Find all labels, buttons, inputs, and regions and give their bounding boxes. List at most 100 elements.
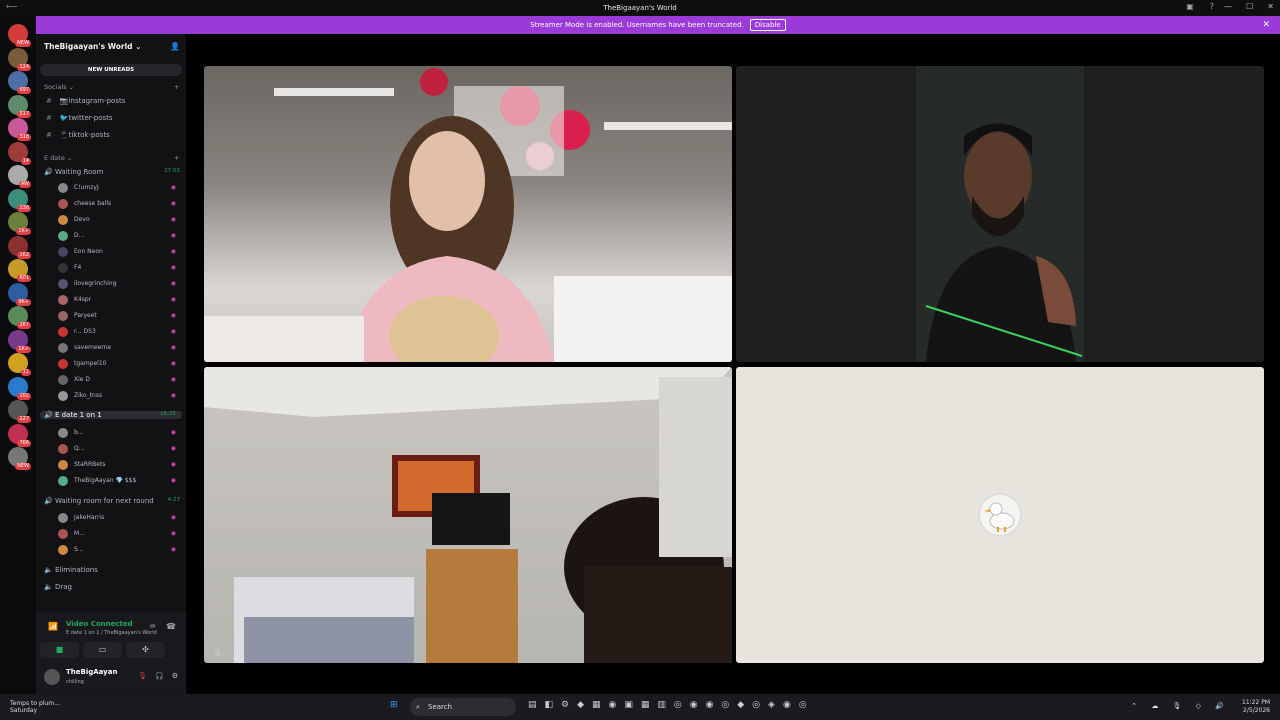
channel-label: 📷instagram-posts: [59, 97, 126, 105]
close-banner-icon[interactable]: ✕: [1262, 20, 1270, 30]
voice-user[interactable]: cheese balls ◉: [58, 198, 178, 210]
guild-name[interactable]: TheBigaayan's World ⌄: [44, 42, 141, 51]
voice-user[interactable]: S... ◉: [58, 544, 178, 556]
server-icon[interactable]: NEW: [8, 447, 31, 470]
weather-widget[interactable]: Temps to plum... Saturday: [10, 700, 60, 714]
avatar: [58, 459, 68, 470]
voice-channel-next-round[interactable]: 🔊 Waiting room for next round 4:27: [44, 497, 180, 505]
clock[interactable]: 11:22 PM 2/5/2026: [1242, 699, 1270, 715]
server-icon[interactable]: 9K+: [8, 282, 31, 306]
video-tile-2[interactable]: [736, 66, 1264, 362]
channel-tiktok[interactable]: # 📱tiktok-posts: [46, 131, 110, 139]
voice-user[interactable]: D... ◉: [58, 230, 178, 242]
add-channel-icon[interactable]: +: [174, 154, 179, 162]
server-icon[interactable]: 124: [8, 47, 31, 71]
help-icon[interactable]: ?: [1210, 2, 1214, 11]
server-icon[interactable]: 517: [8, 94, 31, 118]
back-icon[interactable]: ⟵: [6, 2, 17, 11]
voice-user[interactable]: M... ◉: [58, 528, 178, 540]
avatar: [58, 230, 68, 241]
server-icon[interactable]: AW: [8, 165, 31, 188]
channel-twitter[interactable]: # 🐦twitter-posts: [46, 114, 113, 122]
server-icon[interactable]: 766: [8, 423, 31, 447]
video-stage: 🎙: [186, 34, 1280, 694]
server-icon[interactable]: 318: [8, 118, 31, 141]
taskbar-search[interactable]: ⌕ Search: [410, 698, 516, 716]
hash-icon: #: [46, 131, 52, 139]
connection-status[interactable]: Video Connected: [66, 620, 133, 628]
voice-user[interactable]: savemeerne ◉: [58, 342, 178, 354]
voice-channel-waiting-room[interactable]: 🔊 Waiting Room 27:03: [44, 168, 180, 176]
voice-user[interactable]: Xie D ◉: [58, 374, 178, 386]
guild-name-label: TheBigaayan's World: [44, 42, 133, 51]
server-icon[interactable]: 601: [8, 259, 31, 282]
camera-button[interactable]: ■: [40, 642, 79, 658]
video-tile-1[interactable]: [204, 66, 732, 362]
server-icon[interactable]: NEW: [8, 24, 31, 47]
disconnect-icon[interactable]: ☎: [166, 622, 176, 631]
voice-user[interactable]: ilovegrinching ◉: [58, 278, 178, 290]
pinned-apps[interactable]: ▤◧⚙◆▦◉▣▦▥◎◉◉◎◆◎◈◉◎: [528, 700, 815, 710]
close-icon[interactable]: ✕: [1267, 2, 1274, 11]
server-badge: 267: [17, 322, 31, 329]
server-icon[interactable]: 14: [8, 141, 31, 165]
channel-sidebar: TheBigaayan's World ⌄ 👤 NEW UNREADS Soci…: [36, 34, 186, 694]
server-icon[interactable]: 697: [8, 71, 31, 94]
maximize-icon[interactable]: ☐: [1246, 2, 1253, 11]
voice-user[interactable]: Ziko_tnss ◉: [58, 390, 178, 402]
add-member-icon[interactable]: 👤: [170, 42, 180, 51]
voice-user[interactable]: C!umzyJ ◉: [58, 182, 178, 194]
start-icon[interactable]: ⊞: [390, 700, 408, 710]
video-tile-4[interactable]: [736, 367, 1264, 663]
server-icon[interactable]: 11: [8, 353, 31, 376]
voice-user[interactable]: r... DS3 ◉: [58, 326, 178, 338]
voice-user[interactable]: Paryeet ◉: [58, 310, 178, 322]
add-channel-icon[interactable]: +: [174, 83, 179, 91]
voice-user-name: r... DS3: [74, 328, 96, 335]
server-icon[interactable]: 162: [8, 235, 31, 259]
voice-user[interactable]: Devo ◉: [58, 214, 178, 226]
avatar[interactable]: [44, 669, 60, 685]
voice-user[interactable]: TheBigAayan 💎 $$$ ◉: [58, 475, 178, 487]
video-tile-3[interactable]: 🎙: [204, 367, 732, 663]
inbox-icon[interactable]: ▣: [1186, 2, 1194, 11]
voice-user-name: C!umzyJ: [74, 184, 99, 191]
new-unreads-button[interactable]: NEW UNREADS: [40, 64, 182, 76]
voice-user[interactable]: K4spr ◉: [58, 294, 178, 306]
minimize-icon[interactable]: —: [1224, 2, 1232, 11]
username[interactable]: TheBigAayan: [66, 668, 117, 676]
disable-button[interactable]: Disable: [749, 19, 786, 31]
voice-user[interactable]: Eon Neon ◉: [58, 246, 178, 258]
voice-user[interactable]: F4 ◉: [58, 262, 178, 274]
screen-share-button[interactable]: ▭: [83, 642, 122, 658]
stream-icon: ◉: [170, 280, 176, 287]
voice-user[interactable]: b... ◉: [58, 427, 178, 439]
headphones-icon[interactable]: 🎧: [155, 672, 164, 680]
stream-icon: ◉: [170, 344, 176, 351]
voice-user[interactable]: StaRRBets ◉: [58, 459, 178, 471]
server-icon[interactable]: 1K+: [8, 329, 31, 353]
mute-icon[interactable]: 🎙: [138, 672, 147, 680]
voice-user[interactable]: Q... ◉: [58, 443, 178, 455]
activities-button[interactable]: ✣: [126, 642, 165, 658]
connection-location[interactable]: E date 1 on 1 / TheBigaayan's World: [66, 630, 157, 636]
voice-channel-drag[interactable]: 🔈 Drag: [44, 583, 180, 591]
category-socials[interactable]: Socials ⌄ +: [44, 83, 179, 91]
server-icon[interactable]: 227: [8, 400, 31, 423]
voice-user[interactable]: JakeHarris ◉: [58, 512, 178, 524]
channel-label: E date 1 on 1: [54, 411, 102, 419]
avatar: [58, 246, 68, 257]
category-edate[interactable]: E date ⌄ +: [44, 154, 179, 162]
system-tray[interactable]: ⌃ ☁ 🎙 ◇ 🔊: [1131, 702, 1230, 710]
server-icon[interactable]: 136: [8, 188, 31, 212]
voice-channel-eliminations[interactable]: 🔈 Eliminations: [44, 566, 180, 574]
server-icon[interactable]: 102: [8, 376, 31, 400]
channel-instagram[interactable]: # 📷instagram-posts: [46, 97, 125, 105]
gear-icon[interactable]: ⚙: [172, 672, 178, 680]
search-icon: ⌕: [416, 703, 420, 711]
server-icon[interactable]: 1K+: [8, 212, 31, 235]
voice-user[interactable]: tgampel10 ◉: [58, 358, 178, 370]
noise-suppression-icon[interactable]: ♒: [149, 622, 156, 631]
server-icon[interactable]: 267: [8, 306, 31, 329]
voice-channel-edate[interactable]: 🔊 E date 1 on 1 16:25: [40, 411, 182, 419]
